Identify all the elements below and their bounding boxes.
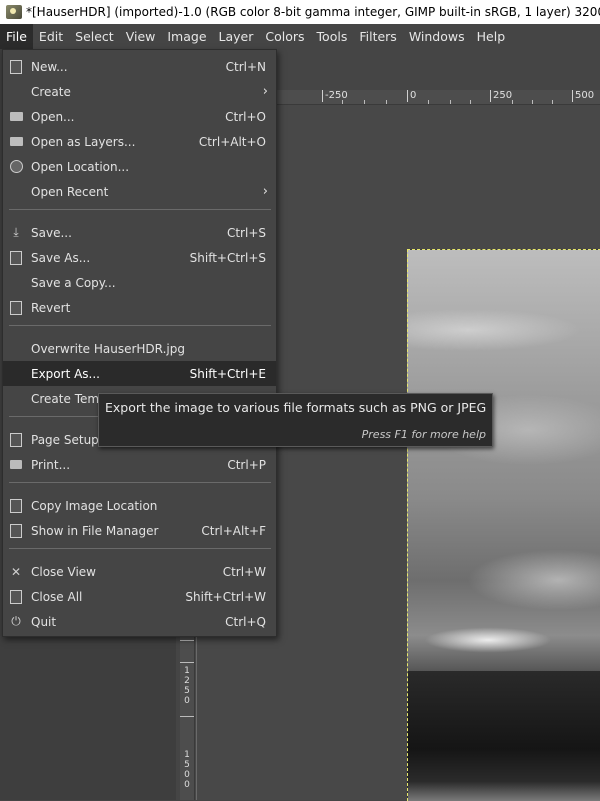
menubar: File Edit Select View Image Layer Colors… bbox=[0, 24, 600, 49]
menu-item-export-as[interactable]: Export As... Shift+Ctrl+E bbox=[3, 361, 276, 386]
menu-item-open[interactable]: Open... Ctrl+O bbox=[3, 104, 276, 129]
printer-icon bbox=[8, 457, 24, 473]
menu-edit[interactable]: Edit bbox=[33, 24, 69, 49]
window-title-bar: *[HauserHDR] (imported)-1.0 (RGB color 8… bbox=[0, 0, 600, 24]
globe-icon bbox=[8, 159, 24, 175]
ruler-label: 0 bbox=[407, 90, 416, 102]
file-menu: New... Ctrl+N Create › Open... Ctrl+O Op… bbox=[2, 49, 277, 637]
gimp-app-icon bbox=[6, 5, 22, 19]
panel-divider bbox=[196, 636, 197, 800]
menu-separator bbox=[9, 325, 271, 326]
menu-item-create[interactable]: Create › bbox=[3, 79, 276, 104]
menu-item-quit[interactable]: ⏻ Quit Ctrl+Q bbox=[3, 609, 276, 634]
close-icon: ✕ bbox=[10, 564, 22, 579]
new-document-icon bbox=[8, 59, 24, 75]
menu-image[interactable]: Image bbox=[161, 24, 212, 49]
ruler-label: 1 bbox=[184, 666, 190, 676]
save-icon: ⤓ bbox=[13, 225, 19, 239]
chevron-right-icon: › bbox=[262, 184, 268, 199]
menu-filters[interactable]: Filters bbox=[353, 24, 402, 49]
menu-item-close-view[interactable]: ✕ Close View Ctrl+W bbox=[3, 559, 276, 584]
menu-item-open-location[interactable]: Open Location... bbox=[3, 154, 276, 179]
menu-item-save-copy[interactable]: Save a Copy... bbox=[3, 270, 276, 295]
window-title: *[HauserHDR] (imported)-1.0 (RGB color 8… bbox=[26, 5, 600, 19]
menu-separator bbox=[9, 482, 271, 483]
toolbox-panel bbox=[0, 636, 176, 800]
copy-icon bbox=[8, 498, 24, 514]
menu-item-save[interactable]: ⤓ Save... Ctrl+S bbox=[3, 220, 276, 245]
menu-tools[interactable]: Tools bbox=[311, 24, 354, 49]
image-canvas[interactable] bbox=[407, 249, 600, 801]
image-treeline bbox=[408, 671, 600, 801]
open-icon bbox=[8, 109, 24, 125]
file-manager-icon bbox=[8, 523, 24, 539]
menu-separator bbox=[9, 548, 271, 549]
ruler-label: 5 bbox=[184, 760, 190, 770]
menu-layer[interactable]: Layer bbox=[213, 24, 260, 49]
ruler-label: 1 bbox=[184, 750, 190, 760]
menu-colors[interactable]: Colors bbox=[259, 24, 310, 49]
menu-item-new[interactable]: New... Ctrl+N bbox=[3, 54, 276, 79]
menu-windows[interactable]: Windows bbox=[403, 24, 471, 49]
menu-item-revert[interactable]: Revert bbox=[3, 295, 276, 320]
menu-item-show-in-file-manager[interactable]: Show in File Manager Ctrl+Alt+F bbox=[3, 518, 276, 543]
chevron-right-icon: › bbox=[262, 84, 268, 99]
menu-item-print[interactable]: Print... Ctrl+P bbox=[3, 452, 276, 477]
save-as-icon bbox=[8, 250, 24, 266]
ruler-label: 500 bbox=[572, 90, 594, 102]
close-all-icon bbox=[8, 589, 24, 605]
menu-item-close-all[interactable]: Close All Shift+Ctrl+W bbox=[3, 584, 276, 609]
revert-icon bbox=[8, 300, 24, 316]
ruler-label: 2 bbox=[184, 676, 190, 686]
ruler-label: 5 bbox=[184, 686, 190, 696]
ruler-label: 0 bbox=[184, 696, 190, 706]
export-tooltip: Export the image to various file formats… bbox=[98, 393, 493, 447]
tooltip-text: Export the image to various file formats… bbox=[105, 400, 487, 415]
menu-item-copy-image-location[interactable]: Copy Image Location bbox=[3, 493, 276, 518]
menu-help[interactable]: Help bbox=[471, 24, 512, 49]
menu-view[interactable]: View bbox=[120, 24, 162, 49]
menu-file[interactable]: File bbox=[0, 24, 33, 49]
menu-item-overwrite[interactable]: Overwrite HauserHDR.jpg bbox=[3, 336, 276, 361]
ruler-label: 250 bbox=[490, 90, 512, 102]
menu-item-save-as[interactable]: Save As... Shift+Ctrl+S bbox=[3, 245, 276, 270]
open-layers-icon bbox=[8, 134, 24, 150]
vertical-ruler[interactable]: 1 2 5 0 1 5 0 0 bbox=[180, 636, 195, 800]
page-setup-icon bbox=[8, 432, 24, 448]
menu-separator bbox=[9, 209, 271, 210]
ruler-label: 0 bbox=[184, 770, 190, 780]
tooltip-help: Press F1 for more help bbox=[361, 428, 486, 441]
ruler-label: -250 bbox=[322, 90, 348, 102]
quit-icon: ⏻ bbox=[11, 614, 21, 628]
menu-item-open-as-layers[interactable]: Open as Layers... Ctrl+Alt+O bbox=[3, 129, 276, 154]
menu-select[interactable]: Select bbox=[69, 24, 120, 49]
menu-item-open-recent[interactable]: Open Recent › bbox=[3, 179, 276, 204]
horizontal-ruler[interactable]: -250 0 250 500 bbox=[276, 90, 600, 105]
ruler-label: 0 bbox=[184, 780, 190, 790]
